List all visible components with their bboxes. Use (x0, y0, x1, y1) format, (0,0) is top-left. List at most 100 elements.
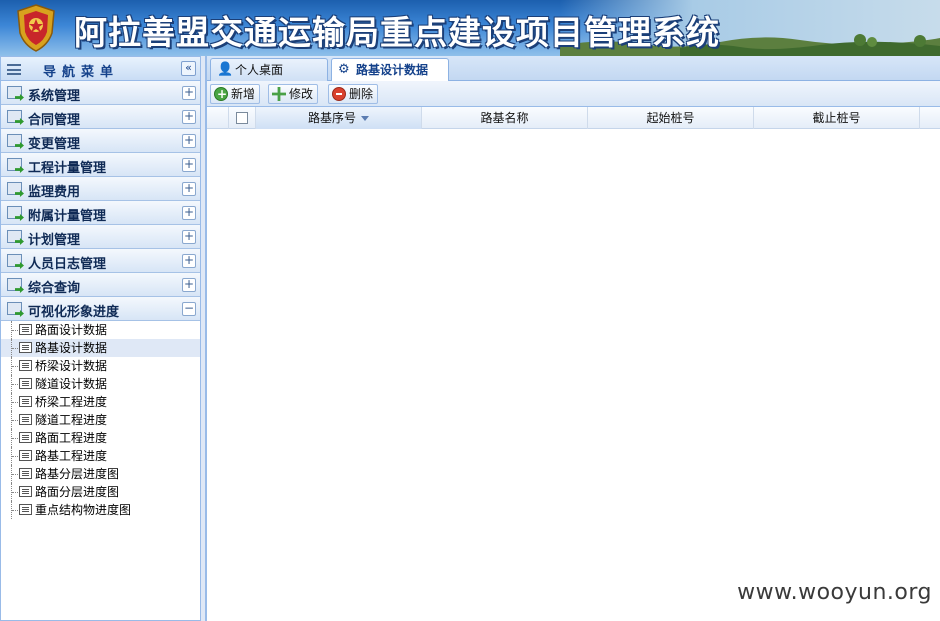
list-page-icon (19, 396, 32, 407)
expand-toggle-icon[interactable]: + (182, 278, 196, 292)
expand-toggle-icon[interactable]: + (182, 254, 196, 268)
nav-sub-item-label: 路面工程进度 (35, 431, 108, 445)
nav-sub-item[interactable]: 路基工程进度 (1, 447, 200, 465)
module-icon (7, 158, 22, 171)
module-icon (7, 134, 22, 147)
tree-line (11, 339, 20, 357)
tree-line (11, 429, 20, 447)
module-icon (7, 278, 22, 291)
expand-toggle-icon[interactable]: + (182, 182, 196, 196)
column-header-subgrade-no[interactable]: 路基序号 (256, 107, 422, 129)
nav-group[interactable]: 附属计量管理 + (1, 201, 200, 225)
list-page-icon (19, 378, 32, 389)
delete-button[interactable]: 删除 (328, 84, 379, 104)
add-label: 新增 (231, 87, 256, 101)
app-title: 阿拉善盟交通运输局重点建设项目管理系统 (74, 13, 720, 52)
nav-group[interactable]: 监理费用 + (1, 177, 200, 201)
nav-sub-item-label: 路基设计数据 (35, 341, 108, 355)
nav-group[interactable]: 综合查询 + (1, 273, 200, 297)
nav-group-label: 人员日志管理 (28, 257, 107, 272)
list-page-icon (19, 486, 32, 497)
nav-group-label: 工程计量管理 (28, 161, 107, 176)
module-icon (7, 230, 22, 243)
list-page-icon (19, 414, 32, 425)
tab-personal-desktop[interactable]: 👤 个人桌面 (210, 58, 328, 81)
gear-icon: ⚙ (338, 62, 350, 77)
tab-label: 个人桌面 (235, 63, 284, 77)
tree-line (11, 375, 20, 393)
nav-group[interactable]: 人员日志管理 + (1, 249, 200, 273)
tree-line (11, 447, 20, 465)
list-page-icon (19, 450, 32, 461)
police-emblem-icon (17, 4, 55, 52)
expand-toggle-icon[interactable]: + (182, 206, 196, 220)
nav-group-label: 合同管理 (28, 113, 81, 128)
nav-sub-item[interactable]: 路基设计数据 (1, 339, 200, 357)
list-page-icon (19, 468, 32, 479)
tree-line (11, 357, 20, 375)
tree-line (11, 483, 20, 501)
nav-group-label: 附属计量管理 (28, 209, 107, 224)
nav-group-label: 可视化形象进度 (28, 305, 120, 320)
nav-sub-item[interactable]: 隧道设计数据 (1, 375, 200, 393)
expand-toggle-icon[interactable]: + (182, 86, 196, 100)
nav-sub-item-label: 重点结构物进度图 (35, 503, 132, 517)
user-icon: 👤 (217, 62, 234, 77)
nav-group[interactable]: 合同管理 + (1, 105, 200, 129)
list-page-icon (19, 324, 32, 335)
expand-toggle-icon[interactable]: + (182, 110, 196, 124)
nav-sub-item[interactable]: 重点结构物进度图 (1, 501, 200, 519)
nav-sub-item[interactable]: 路基分层进度图 (1, 465, 200, 483)
tree-line (11, 465, 20, 483)
nav-sub-item-label: 桥梁设计数据 (35, 359, 108, 373)
nav-group-label: 变更管理 (28, 137, 81, 152)
tab-subgrade-design-data[interactable]: ⚙ 路基设计数据 (331, 58, 449, 82)
column-header-start-station[interactable]: 起始桩号 (588, 107, 754, 129)
module-icon (7, 182, 22, 195)
nav-sub-item-label: 桥梁工程进度 (35, 395, 108, 409)
nav-sub-item[interactable]: 桥梁工程进度 (1, 393, 200, 411)
nav-group[interactable]: 工程计量管理 + (1, 153, 200, 177)
nav-sub-item[interactable]: 隧道工程进度 (1, 411, 200, 429)
list-page-icon (19, 504, 32, 515)
edit-label: 修改 (289, 87, 314, 101)
main-panel: 👤 个人桌面 ⚙ 路基设计数据 新增 修改 删除 路基序号 路基名称 (206, 56, 940, 621)
nav-sub-item[interactable]: 路面分层进度图 (1, 483, 200, 501)
grid-header: 路基序号 路基名称 起始桩号 截止桩号 (207, 107, 940, 129)
nav-group[interactable]: 变更管理 + (1, 129, 200, 153)
add-icon (214, 85, 228, 103)
expand-toggle-icon[interactable]: + (182, 134, 196, 148)
tree-line (11, 411, 20, 429)
add-button[interactable]: 新增 (210, 84, 261, 104)
edit-button[interactable]: 修改 (268, 84, 319, 104)
nav-group[interactable]: 系统管理 + (1, 81, 200, 105)
tab-label: 路基设计数据 (356, 63, 429, 77)
column-header-subgrade-name[interactable]: 路基名称 (422, 107, 588, 129)
menu-list-icon (7, 64, 21, 75)
expand-toggle-icon[interactable]: + (182, 230, 196, 244)
nav-sub-item[interactable]: 路面工程进度 (1, 429, 200, 447)
nav-group-label: 计划管理 (28, 233, 81, 248)
module-icon (7, 86, 22, 99)
select-all-checkbox[interactable] (236, 112, 248, 124)
tree-line (11, 393, 20, 411)
nav-sub-item[interactable]: 桥梁设计数据 (1, 357, 200, 375)
sort-desc-icon (361, 116, 369, 121)
nav-group[interactable]: 计划管理 + (1, 225, 200, 249)
nav-group[interactable]: 可视化形象进度 − (1, 297, 200, 321)
tree-line (11, 321, 20, 339)
list-page-icon (19, 432, 32, 443)
list-page-icon (19, 342, 32, 353)
module-icon (7, 206, 22, 219)
delete-icon (332, 87, 346, 101)
nav-sub-item[interactable]: 路面设计数据 (1, 321, 200, 339)
expand-toggle-icon[interactable]: − (182, 302, 196, 316)
collapse-panel-icon[interactable]: « (181, 61, 196, 76)
module-icon (7, 302, 22, 315)
list-page-icon (19, 360, 32, 371)
grid-toolbar: 新增 修改 删除 (207, 81, 940, 107)
column-header-end-station[interactable]: 截止桩号 (754, 107, 920, 129)
expand-toggle-icon[interactable]: + (182, 158, 196, 172)
select-all-header (229, 107, 256, 129)
watermark: www.wooyun.org (737, 580, 932, 605)
